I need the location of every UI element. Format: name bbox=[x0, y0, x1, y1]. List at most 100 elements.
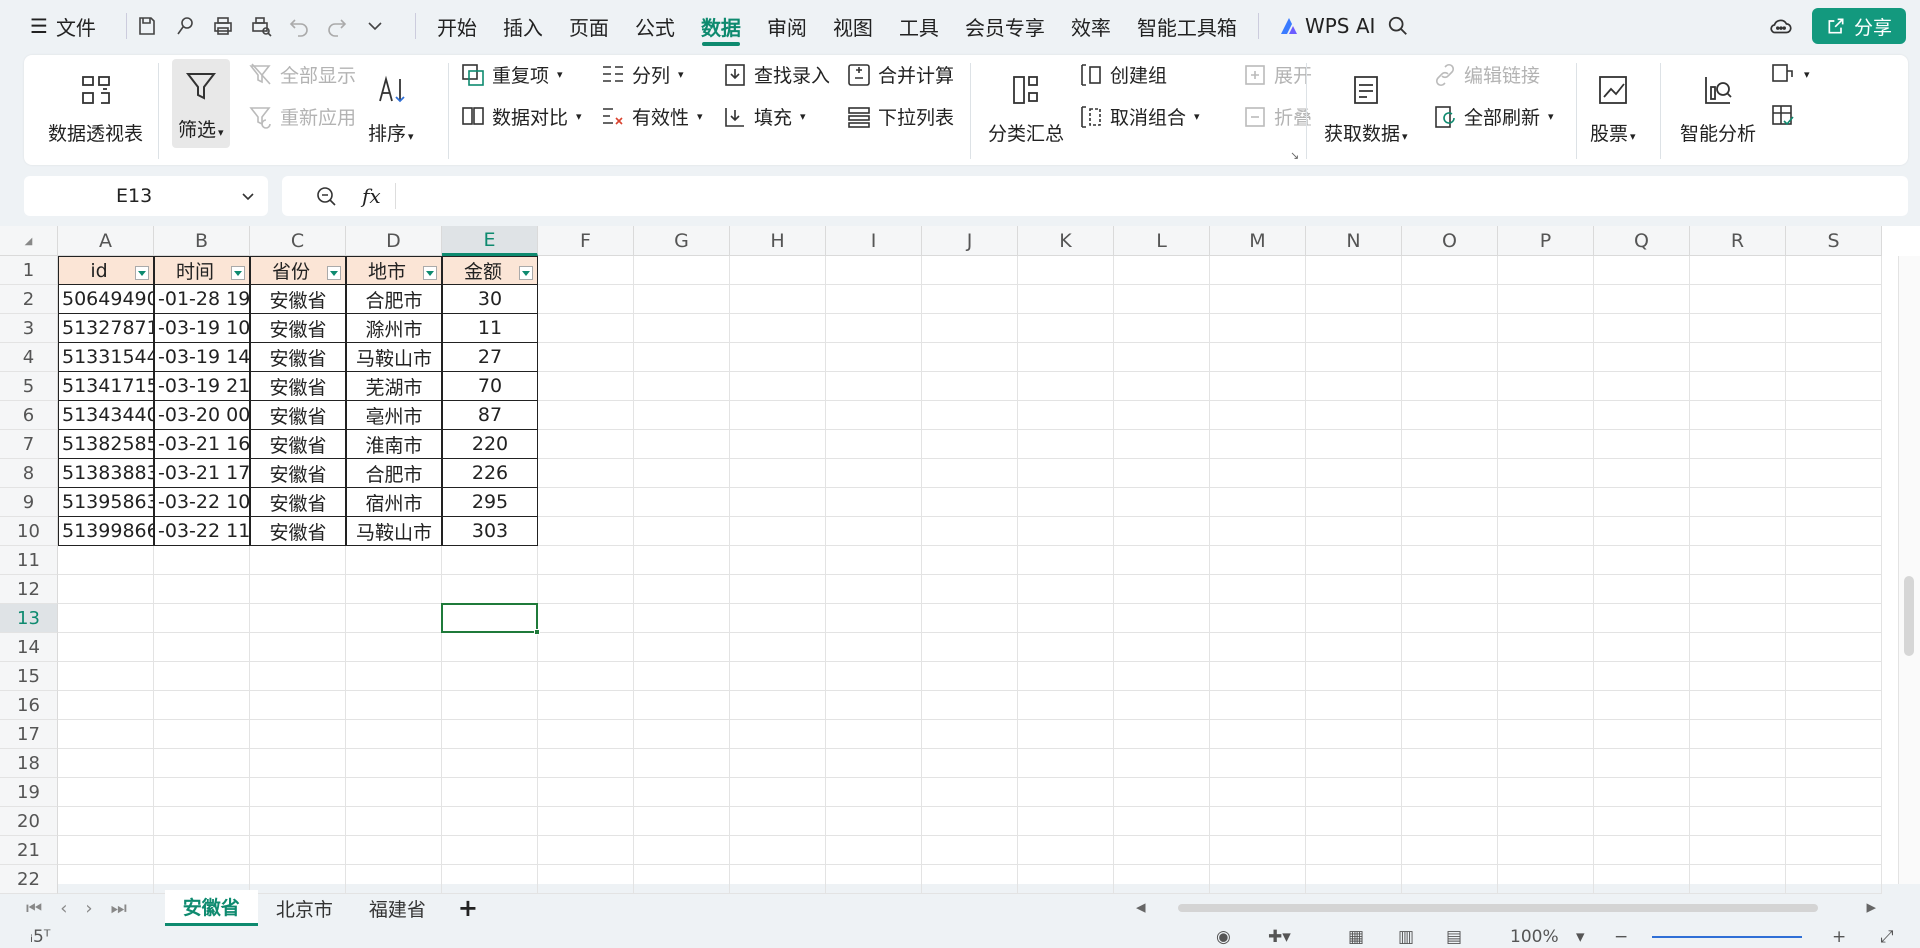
column-header[interactable]: B bbox=[154, 226, 250, 256]
column-header[interactable]: Q bbox=[1594, 226, 1690, 256]
row-header[interactable]: 17 bbox=[0, 720, 58, 749]
stocks-button[interactable]: 股票 ▾ bbox=[1590, 73, 1636, 146]
table-cell[interactable]: 滁州市 bbox=[346, 314, 442, 343]
table-cell[interactable]: 马鞍山市 bbox=[346, 343, 442, 372]
tab-5[interactable]: 审阅 bbox=[754, 0, 820, 52]
spreadsheet-grid[interactable]: ◢ A B C D E F G H I J K L M N O P Q R S 1 2 3 4 5 6 7 8 9 10 11 12 13 14… bbox=[0, 226, 1920, 894]
column-header[interactable]: L bbox=[1114, 226, 1210, 256]
sheet-tab[interactable]: 安徽省 bbox=[164, 890, 258, 926]
row-header[interactable]: 14 bbox=[0, 633, 58, 662]
row-header[interactable]: 16 bbox=[0, 691, 58, 720]
table-cell[interactable]: 安徽省 bbox=[250, 517, 346, 546]
filter-dropdown-icon[interactable] bbox=[519, 266, 533, 280]
table-cell[interactable]: 87 bbox=[442, 401, 538, 430]
table-cell[interactable]: 11 bbox=[442, 314, 538, 343]
column-header[interactable]: C bbox=[250, 226, 346, 256]
row-header[interactable]: 15 bbox=[0, 662, 58, 691]
fill-handle[interactable] bbox=[534, 629, 540, 635]
table-header-cell[interactable]: 地市 bbox=[346, 256, 442, 285]
normal-view-icon[interactable]: ▦ bbox=[1348, 927, 1364, 947]
table-cell[interactable]: 30 bbox=[442, 285, 538, 314]
column-header[interactable]: E bbox=[442, 226, 538, 256]
save-icon[interactable] bbox=[135, 14, 159, 38]
get-data-button[interactable]: 获取数据 ▾ bbox=[1324, 73, 1408, 146]
column-header[interactable]: G bbox=[634, 226, 730, 256]
table-cell[interactable]: -03-19 10:5 bbox=[154, 314, 250, 343]
table-cell[interactable]: 安徽省 bbox=[250, 372, 346, 401]
table-header-cell[interactable]: 金额 bbox=[442, 256, 538, 285]
fullscreen-icon[interactable]: ⤢ bbox=[1880, 927, 1894, 947]
table-cell[interactable]: 亳州市 bbox=[346, 401, 442, 430]
select-all-corner[interactable]: ◢ bbox=[0, 226, 58, 256]
horizontal-scrollbar[interactable]: ◂ ▸ bbox=[1136, 896, 1876, 918]
print-preview-icon[interactable] bbox=[249, 14, 273, 38]
column-header[interactable]: J bbox=[922, 226, 1018, 256]
table-cell[interactable]: 295 bbox=[442, 488, 538, 517]
row-header[interactable]: 12 bbox=[0, 575, 58, 604]
table-cell[interactable]: 50649490 bbox=[58, 285, 154, 314]
table-cell[interactable]: 226 bbox=[442, 459, 538, 488]
ungroup-button[interactable]: 取消组合 ▾ bbox=[1078, 103, 1200, 130]
function-icon[interactable]: fx bbox=[362, 184, 381, 208]
chevron-down-icon[interactable] bbox=[363, 14, 387, 38]
table-header-cell[interactable]: id bbox=[58, 256, 154, 285]
table-cell[interactable]: -03-19 14:1 bbox=[154, 343, 250, 372]
table-cell[interactable]: 安徽省 bbox=[250, 285, 346, 314]
expand-button[interactable]: 展开 bbox=[1242, 61, 1312, 88]
column-header[interactable]: O bbox=[1402, 226, 1498, 256]
row-header[interactable]: 9 bbox=[0, 488, 58, 517]
table-cell[interactable]: 安徽省 bbox=[250, 401, 346, 430]
print-icon[interactable] bbox=[211, 14, 235, 38]
reapply-button[interactable]: 重新应用 bbox=[248, 103, 356, 130]
table-cell[interactable]: 51327871 bbox=[58, 314, 154, 343]
row-header[interactable]: 7 bbox=[0, 430, 58, 459]
split-column-button[interactable]: 分列 ▾ bbox=[600, 61, 684, 88]
row-header[interactable]: 10 bbox=[0, 517, 58, 546]
lookup-entry-button[interactable]: 查找录入 bbox=[722, 61, 830, 88]
column-header[interactable]: R bbox=[1690, 226, 1786, 256]
column-header[interactable]: M bbox=[1210, 226, 1306, 256]
column-header[interactable]: F bbox=[538, 226, 634, 256]
zoom-in-icon[interactable]: + bbox=[1832, 927, 1846, 947]
filter-dropdown-icon[interactable] bbox=[423, 266, 437, 280]
table-cell[interactable]: 51383883 bbox=[58, 459, 154, 488]
filter-dropdown-icon[interactable] bbox=[327, 266, 341, 280]
table-cell[interactable]: 合肥市 bbox=[346, 459, 442, 488]
collapse-button[interactable]: 折叠 bbox=[1242, 103, 1312, 130]
row-header[interactable]: 19 bbox=[0, 778, 58, 807]
tab-1[interactable]: 插入 bbox=[490, 0, 556, 52]
row-header[interactable]: 11 bbox=[0, 546, 58, 575]
column-header[interactable]: P bbox=[1498, 226, 1594, 256]
table-cell[interactable]: 220 bbox=[442, 430, 538, 459]
row-header[interactable]: 21 bbox=[0, 836, 58, 865]
data-compare-button[interactable]: 数据对比 ▾ bbox=[460, 103, 582, 130]
tab-10[interactable]: 智能工具箱 bbox=[1124, 0, 1250, 52]
row-header[interactable]: 3 bbox=[0, 314, 58, 343]
smart-analysis-button[interactable]: 智能分析 bbox=[1680, 73, 1756, 146]
table-cell[interactable]: 51399866 bbox=[58, 517, 154, 546]
table-cell[interactable]: 安徽省 bbox=[250, 343, 346, 372]
page-layout-icon[interactable]: ▥ bbox=[1398, 927, 1414, 947]
zoom-slider[interactable] bbox=[1652, 936, 1802, 938]
subtotal-button[interactable]: 分类汇总 bbox=[988, 73, 1064, 146]
tab-4[interactable]: 数据 bbox=[688, 0, 754, 52]
table-cell[interactable]: -03-20 00:5 bbox=[154, 401, 250, 430]
pivot-table-button[interactable]: 数据透视表 bbox=[48, 73, 143, 146]
wps-ai-button[interactable]: WPS AI bbox=[1267, 14, 1387, 38]
vertical-scrollbar[interactable] bbox=[1898, 256, 1920, 884]
table-cell[interactable]: 51331544 bbox=[58, 343, 154, 372]
format-painter-icon[interactable] bbox=[173, 14, 197, 38]
refresh-all-button[interactable]: 全部刷新 ▾ bbox=[1432, 103, 1554, 130]
column-header[interactable]: I bbox=[826, 226, 922, 256]
filter-dropdown-icon[interactable] bbox=[135, 266, 149, 280]
name-box[interactable]: E13 bbox=[24, 176, 268, 216]
consolidate-button[interactable]: 合并计算 bbox=[846, 61, 954, 88]
tab-8[interactable]: 会员专享 bbox=[952, 0, 1058, 52]
table-cell[interactable]: 51341715 bbox=[58, 372, 154, 401]
table-cell[interactable]: 70 bbox=[442, 372, 538, 401]
fill-button[interactable]: 填充 ▾ bbox=[722, 103, 806, 130]
table-cell[interactable]: 淮南市 bbox=[346, 430, 442, 459]
table-check-button[interactable] bbox=[1770, 103, 1796, 129]
row-header[interactable]: 20 bbox=[0, 807, 58, 836]
scroll-thumb[interactable] bbox=[1178, 904, 1818, 912]
